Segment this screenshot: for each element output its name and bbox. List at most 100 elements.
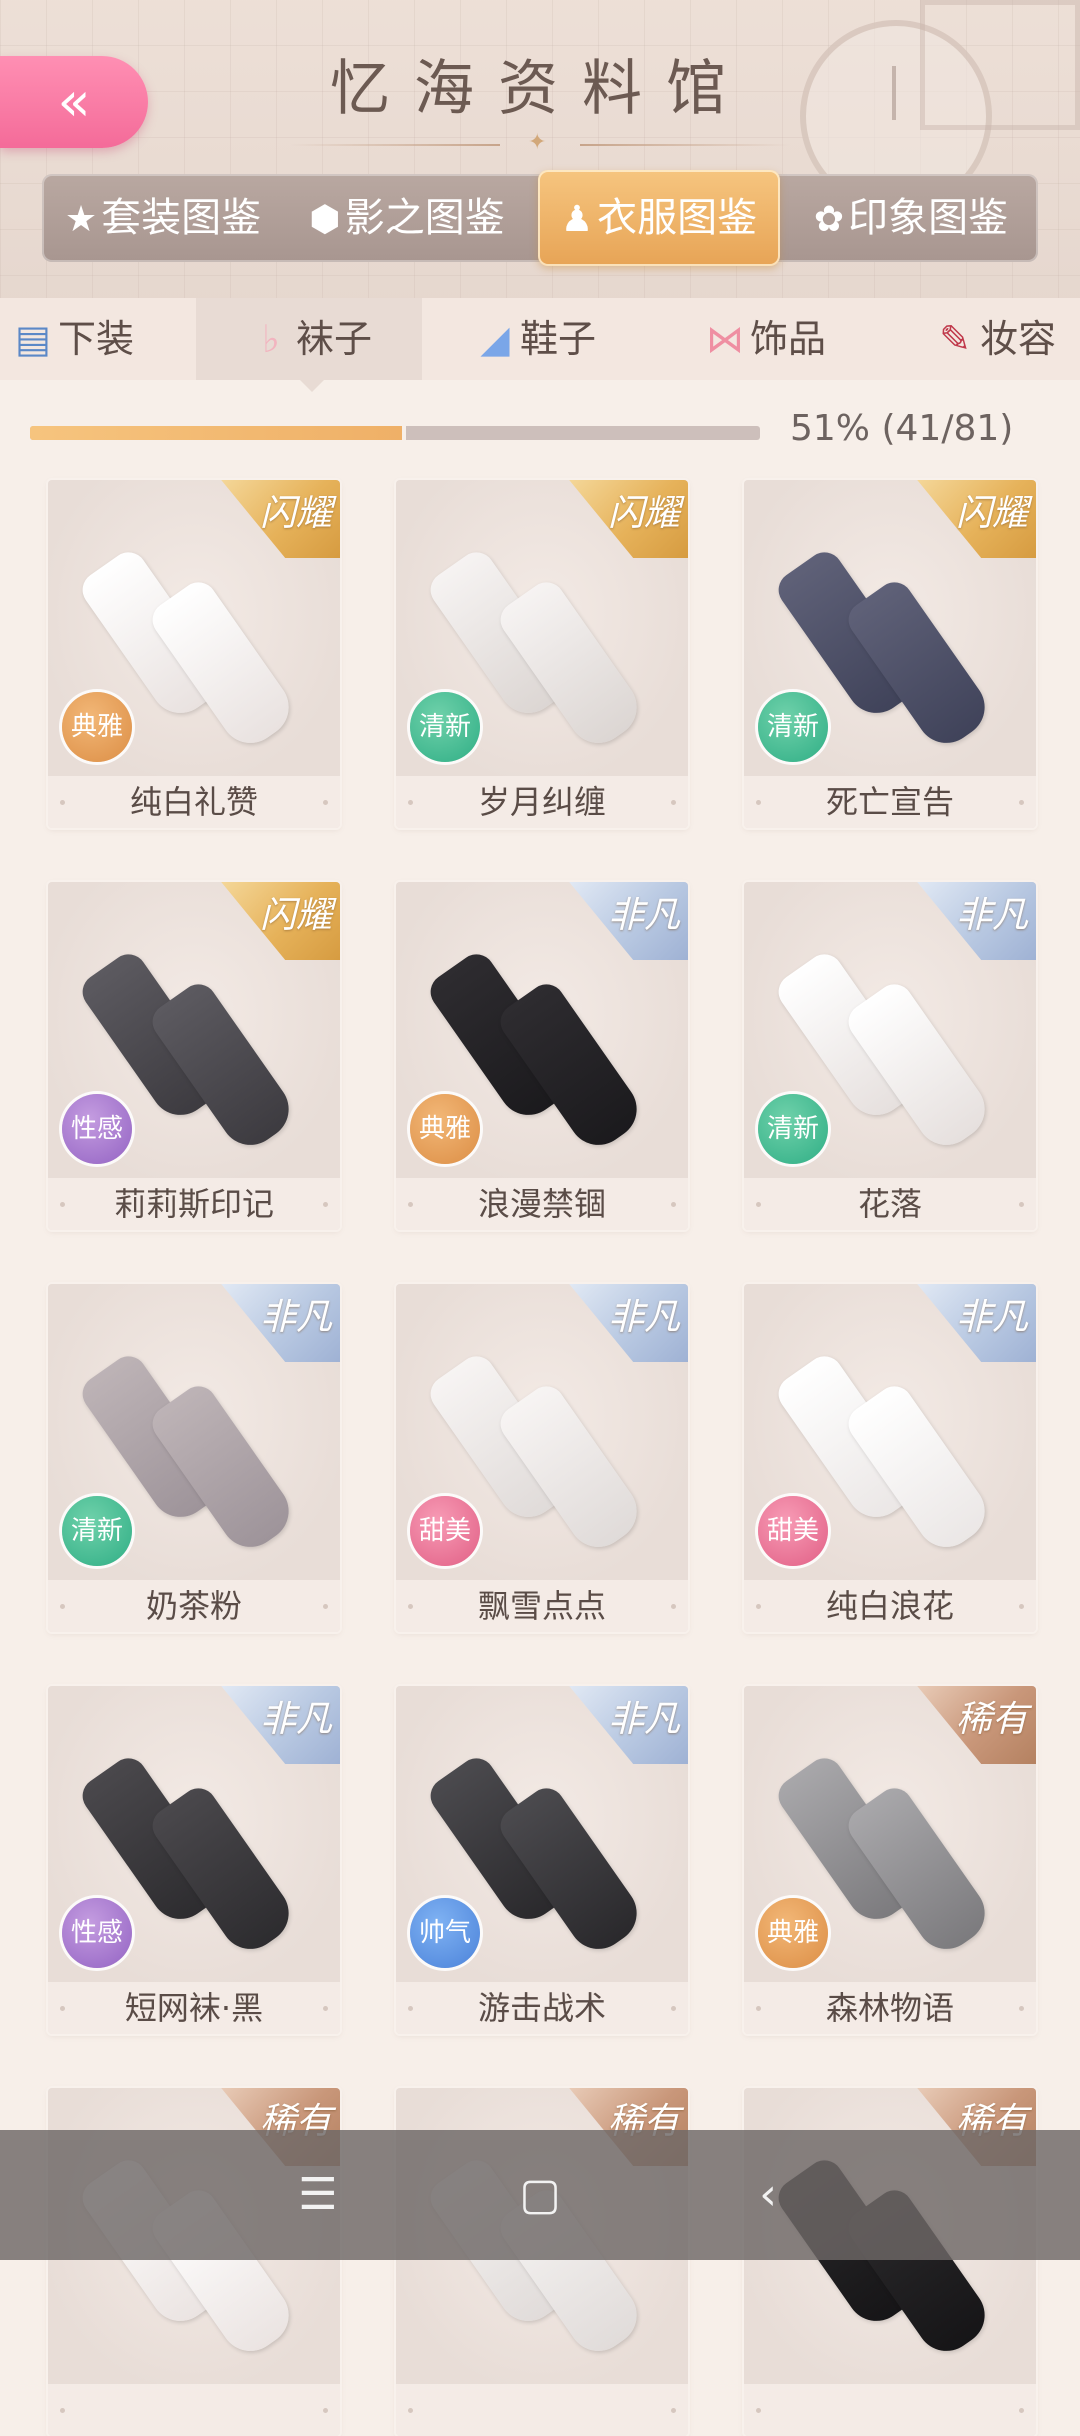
- decor-dot: [60, 2006, 65, 2011]
- decor-dot: [60, 1604, 65, 1609]
- style-badge: 甜美: [410, 1496, 480, 1566]
- item-name: 浪漫禁锢: [477, 1185, 606, 1223]
- item-name-bar: [48, 2384, 340, 2436]
- item-name: 奶茶粉: [145, 1587, 242, 1625]
- decor-dot: [408, 1604, 413, 1609]
- item-name-bar: 死亡宣告: [744, 776, 1036, 828]
- item-name-bar: [744, 2384, 1036, 2436]
- decor-dot: [671, 800, 676, 805]
- item-name-bar: 短网袜·黑: [48, 1982, 340, 2034]
- item-card[interactable]: 闪耀清新死亡宣告: [744, 480, 1036, 828]
- rarity-label: 非凡: [259, 1297, 332, 1338]
- item-card[interactable]: 闪耀典雅纯白礼赞: [48, 480, 340, 828]
- decor-dot: [1019, 1202, 1024, 1207]
- style-badge: 性感: [62, 1094, 132, 1164]
- item-name: 莉莉斯印记: [113, 1185, 274, 1223]
- rarity-label: 非凡: [607, 895, 680, 936]
- decor-dot: [1019, 2006, 1024, 2011]
- item-card[interactable]: 稀有典雅森林物语: [744, 1686, 1036, 2034]
- decor-dot: [671, 2006, 676, 2011]
- decor-dot: [1019, 800, 1024, 805]
- chevron-left-icon: ‹: [759, 2169, 777, 2220]
- item-name-bar: 岁月纠缠: [396, 776, 688, 828]
- item-card[interactable]: 非凡性感短网袜·黑: [48, 1686, 340, 2034]
- rarity-label: 闪耀: [259, 493, 332, 534]
- home-square-icon: ▢: [519, 2169, 561, 2220]
- decor-dot: [756, 1604, 761, 1609]
- decor-dot: [1019, 2408, 1024, 2413]
- decor-dot: [671, 2408, 676, 2413]
- item-name-bar: 游击战术: [396, 1982, 688, 2034]
- back-nav-button[interactable]: ‹: [708, 2130, 828, 2260]
- item-name-bar: 纯白礼赞: [48, 776, 340, 828]
- item-card[interactable]: 非凡帅气游击战术: [396, 1686, 688, 2034]
- rarity-label: 闪耀: [955, 493, 1028, 534]
- decor-dot: [756, 2408, 761, 2413]
- item-name: 纯白礼赞: [129, 783, 258, 821]
- item-card[interactable]: 非凡清新 奶茶粉: [48, 1284, 340, 1632]
- rarity-label: 非凡: [955, 1297, 1028, 1338]
- item-card[interactable]: 非凡甜美纯白浪花: [744, 1284, 1036, 1632]
- item-name: 岁月纠缠: [477, 783, 606, 821]
- rarity-label: 闪耀: [607, 493, 680, 534]
- rarity-label: 非凡: [955, 895, 1028, 936]
- decor-dot: [323, 1604, 328, 1609]
- decor-dot: [60, 800, 65, 805]
- item-card[interactable]: 非凡典雅浪漫禁锢: [396, 882, 688, 1230]
- rarity-label: 非凡: [607, 1699, 680, 1740]
- item-name-bar: [396, 2384, 688, 2436]
- rarity-label: 闪耀: [259, 895, 332, 936]
- item-card[interactable]: 非凡 甜美 飘雪点点: [396, 1284, 688, 1632]
- style-badge: 典雅: [410, 1094, 480, 1164]
- decor-dot: [60, 1202, 65, 1207]
- decor-dot: [323, 1202, 328, 1207]
- item-name: 森林物语: [825, 1989, 954, 2027]
- decor-dot: [323, 2006, 328, 2011]
- item-name: 死亡宣告: [825, 783, 954, 821]
- item-grid: 闪耀 典雅 纯白礼赞 闪耀 清新 岁月纠缠 闪耀 清新 死亡宣告 闪耀 性感 莉莉斯印记 非凡 典雅 浪漫禁…: [0, 0, 1080, 2436]
- decor-dot: [756, 2006, 761, 2011]
- decor-dot: [1019, 1604, 1024, 1609]
- decor-dot: [60, 2408, 65, 2413]
- decor-dot: [408, 1202, 413, 1207]
- system-navigation-bar: ☰ ▢ ‹: [0, 2130, 1080, 2260]
- menu-icon: ☰: [298, 2169, 338, 2220]
- item-name: 游击战术: [477, 1989, 606, 2027]
- item-name-bar: 纯白浪花: [744, 1580, 1036, 1632]
- style-badge: 典雅: [62, 692, 132, 762]
- item-name-bar: 莉莉斯印记: [48, 1178, 340, 1230]
- style-badge: 甜美: [758, 1496, 828, 1566]
- item-name: 花落: [857, 1185, 922, 1223]
- decor-dot: [323, 800, 328, 805]
- decor-dot: [408, 2408, 413, 2413]
- decor-dot: [408, 2006, 413, 2011]
- item-card[interactable]: 闪耀性感莉莉斯印记: [48, 882, 340, 1230]
- style-badge: 帅气: [410, 1898, 480, 1968]
- item-card[interactable]: 非凡清新 花落: [744, 882, 1036, 1230]
- style-badge: 清新: [758, 692, 828, 762]
- decor-dot: [671, 1202, 676, 1207]
- decor-dot: [408, 800, 413, 805]
- style-badge: 性感: [62, 1898, 132, 1968]
- item-name-bar: 浪漫禁锢: [396, 1178, 688, 1230]
- item-name-bar: 飘雪点点: [396, 1580, 688, 1632]
- home-button[interactable]: ▢: [480, 2130, 600, 2260]
- decor-dot: [671, 1604, 676, 1609]
- item-name-bar: 森林物语: [744, 1982, 1036, 2034]
- menu-button[interactable]: ☰: [258, 2130, 378, 2260]
- item-card[interactable]: 闪耀清新岁月纠缠: [396, 480, 688, 828]
- decor-dot: [756, 800, 761, 805]
- style-badge: 清新: [410, 692, 480, 762]
- style-badge: 清新: [62, 1496, 132, 1566]
- style-badge: 清新: [758, 1094, 828, 1164]
- item-name-bar: 奶茶粉: [48, 1580, 340, 1632]
- item-name: 飘雪点点: [477, 1587, 606, 1625]
- style-badge: 典雅: [758, 1898, 828, 1968]
- item-name: 纯白浪花: [825, 1587, 954, 1625]
- item-name-bar: 花落: [744, 1178, 1036, 1230]
- item-name: 短网袜·黑: [124, 1989, 264, 2027]
- decor-dot: [756, 1202, 761, 1207]
- rarity-label: 稀有: [955, 1699, 1028, 1740]
- rarity-label: 非凡: [259, 1699, 332, 1740]
- decor-dot: [323, 2408, 328, 2413]
